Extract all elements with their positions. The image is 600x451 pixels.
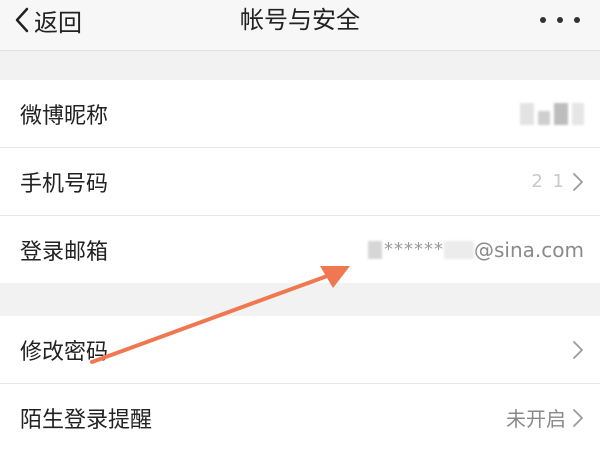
row-label: 陌生登录提醒	[20, 407, 153, 433]
email-blur	[368, 240, 383, 259]
row-login-email[interactable]: 登录邮箱 ****** @sina.com	[0, 216, 600, 283]
row-weibo-nickname[interactable]: 微博昵称	[0, 80, 600, 148]
row-change-password[interactable]: 修改密码	[0, 316, 600, 384]
row-label: 修改密码	[20, 339, 109, 365]
row-label: 登录邮箱	[20, 239, 109, 265]
chevron-right-icon	[572, 172, 584, 192]
nickname-value	[520, 102, 584, 125]
phone-value: 2 1	[531, 171, 584, 192]
email-masked: ******	[384, 239, 445, 260]
account-info-group: 微博昵称 手机号码 2 1 登录邮箱 ****** @sina.com	[0, 80, 600, 283]
security-group: 修改密码 陌生登录提醒 未开启	[0, 316, 600, 451]
chevron-right-icon	[572, 340, 584, 360]
alert-status: 未开启	[506, 407, 566, 431]
email-domain: @sina.com	[474, 237, 584, 262]
email-blur	[444, 240, 475, 259]
navigation-bar: 返回 帐号与安全	[0, 0, 600, 51]
row-label: 微博昵称	[20, 103, 109, 129]
row-unfamiliar-login-alert[interactable]: 陌生登录提醒 未开启	[0, 384, 600, 451]
row-label: 手机号码	[20, 171, 109, 197]
page-title: 帐号与安全	[240, 6, 360, 34]
blurred-nickname	[520, 102, 584, 125]
phone-number-partial: 2 1	[531, 171, 566, 192]
email-value: ****** @sina.com	[368, 238, 584, 262]
row-phone-number[interactable]: 手机号码 2 1	[0, 148, 600, 216]
more-dots-icon[interactable]	[540, 8, 580, 32]
chevron-right-icon	[572, 408, 584, 428]
